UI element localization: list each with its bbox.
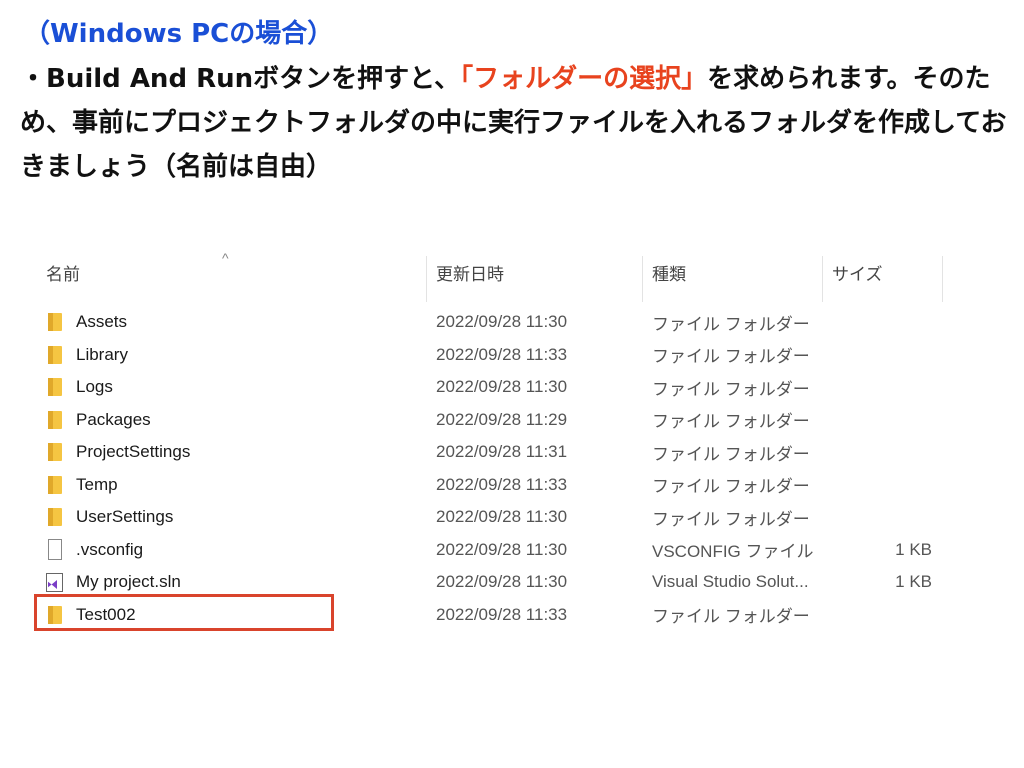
page-heading: （Windows PCの場合） xyxy=(24,19,334,49)
file-size xyxy=(828,501,932,533)
file-name: .vsconfig xyxy=(76,539,144,559)
file-name-cell[interactable]: Packages xyxy=(46,404,151,436)
file-size: 1 KB xyxy=(895,572,932,591)
file-type: ファイル フォルダー xyxy=(652,379,810,399)
folder-icon xyxy=(46,311,64,333)
file-size xyxy=(828,339,932,371)
file-row[interactable]: UserSettings 2022/09/28 11:30 ファイル フォルダー xyxy=(38,501,958,533)
file-explorer-list: 名前 ^ 更新日時 種類 サイズ Assets 2022/09/28 11:30 フ… xyxy=(38,248,958,648)
file-name: Library xyxy=(76,344,128,364)
file-row[interactable]: Logs 2022/09/28 11:30 ファイル フォルダー xyxy=(38,371,958,403)
file-type: ファイル フォルダー xyxy=(652,607,810,626)
file-type: Visual Studio Solut... xyxy=(652,572,809,591)
file-row[interactable]: Assets 2022/09/28 11:30 ファイル フォルダー xyxy=(38,306,958,338)
column-divider[interactable] xyxy=(822,256,823,302)
sort-ascending-icon: ^ xyxy=(222,250,229,266)
file-size xyxy=(828,436,932,468)
modified-date: 2022/09/28 11:33 xyxy=(436,604,568,624)
file-name-cell[interactable]: ProjectSettings xyxy=(46,436,190,468)
file-name: Logs xyxy=(76,377,113,396)
file-size xyxy=(828,371,932,403)
file-type: ファイル フォルダー xyxy=(652,347,810,366)
modified-date: 2022/09/28 11:29 xyxy=(436,409,568,429)
file-type: ファイル フォルダー xyxy=(652,477,810,496)
modified-date: 2022/09/28 11:30 xyxy=(436,539,568,559)
file-name-cell[interactable]: .vsconfig xyxy=(46,534,143,566)
file-row[interactable]: .vsconfig 2022/09/28 11:30 VSCONFIG ファイル 1 … xyxy=(38,534,958,566)
file-name-cell[interactable]: Logs xyxy=(46,371,113,403)
folder-icon xyxy=(46,409,64,431)
folder-icon xyxy=(46,474,64,496)
file-icon xyxy=(46,538,64,561)
file-type: ファイル フォルダー xyxy=(652,314,810,334)
folder-icon xyxy=(46,344,64,366)
file-type: ファイル フォルダー xyxy=(652,412,810,431)
file-type: ファイル フォルダー xyxy=(652,509,810,529)
modified-date: 2022/09/28 11:31 xyxy=(436,442,568,461)
folder-icon xyxy=(46,506,64,528)
selection-highlight-box xyxy=(34,594,334,631)
file-size: 1 KB xyxy=(895,539,932,559)
folder-icon xyxy=(46,376,64,398)
modified-date: 2022/09/28 11:30 xyxy=(436,377,568,396)
modified-date: 2022/09/28 11:30 xyxy=(436,572,568,591)
instruction-part-1: ・Build And Runボタンを押すと、 xyxy=(20,64,461,94)
file-name: ProjectSettings xyxy=(76,442,191,461)
column-header-name[interactable]: 名前 xyxy=(46,248,80,296)
modified-date: 2022/09/28 11:33 xyxy=(436,344,568,364)
file-name: Temp xyxy=(76,474,118,494)
file-name: Assets xyxy=(76,312,128,331)
file-type: VSCONFIG ファイル xyxy=(652,542,814,561)
file-size xyxy=(828,599,932,631)
file-name: Packages xyxy=(76,409,151,429)
file-row[interactable]: Temp 2022/09/28 11:33 ファイル フォルダー xyxy=(38,469,958,501)
column-divider[interactable] xyxy=(942,256,943,302)
folder-icon xyxy=(46,441,64,463)
instruction-highlight: 「フォルダーの選択」 xyxy=(460,64,708,94)
file-name: UserSettings xyxy=(76,507,174,526)
column-header-size[interactable]: サイズ xyxy=(832,248,883,296)
file-row[interactable]: Library 2022/09/28 11:33 ファイル フォルダー xyxy=(38,339,958,371)
file-type: ファイル フォルダー xyxy=(652,444,810,464)
file-row[interactable]: ProjectSettings 2022/09/28 11:31 ファイル フォルダ… xyxy=(38,436,958,468)
modified-date: 2022/09/28 11:30 xyxy=(436,312,568,331)
file-name-cell[interactable]: Assets xyxy=(46,306,127,338)
visual-studio-solution-icon xyxy=(46,571,64,593)
instruction-text: ・Build And Runボタンを押すと、「フォルダーの選択」を求められます。… xyxy=(20,57,1010,189)
column-header-date[interactable]: 更新日時 xyxy=(436,248,504,296)
column-header-type[interactable]: 種類 xyxy=(652,248,686,296)
file-size xyxy=(828,306,932,338)
modified-date: 2022/09/28 11:30 xyxy=(436,507,568,526)
file-name-cell[interactable]: UserSettings xyxy=(46,501,173,533)
file-size xyxy=(828,404,932,436)
modified-date: 2022/09/28 11:33 xyxy=(436,474,568,494)
file-name-cell[interactable]: Library xyxy=(46,339,128,371)
column-divider[interactable] xyxy=(642,256,643,302)
file-name: My project.sln xyxy=(76,572,181,591)
column-divider[interactable] xyxy=(426,256,427,302)
file-name-cell[interactable]: Temp xyxy=(46,469,118,501)
file-size xyxy=(828,469,932,501)
file-row[interactable]: Packages 2022/09/28 11:29 ファイル フォルダー xyxy=(38,404,958,436)
